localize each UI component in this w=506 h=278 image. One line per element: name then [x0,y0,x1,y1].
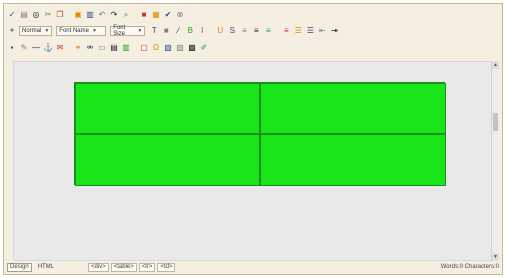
link-icon[interactable]: ∕ [173,26,183,36]
font-name-label: Font Name [59,28,89,34]
edit-icon[interactable]: ✎ [19,43,29,53]
format-buttons: T ■ ∕ B I U S ≡ ≡ ≡ ≡ ☰ ☰ ⇤ ⇥ [149,26,341,36]
table-cell-r1-c2[interactable] [260,83,446,134]
undo-icon[interactable]: ↶ [97,10,107,20]
frame-icon[interactable]: ▢ [139,43,149,53]
paste-icon[interactable]: ▣ [73,10,83,20]
print-icon[interactable]: ▤ [19,10,29,20]
outdent-icon[interactable]: ⇤ [317,26,327,36]
justify-icon[interactable]: ≡ [281,26,291,36]
strikethrough-icon[interactable]: S [227,26,237,36]
copy-icon[interactable]: ❐ [55,10,65,20]
preview-icon[interactable]: ◎ [31,10,41,20]
unlink-icon[interactable]: ⚮ [85,43,95,53]
highlight-color-icon[interactable]: ■ [161,26,171,36]
toolbar-row-2: ✦ Normal ▼ Font Name ▼ Font Size ▼ T ■ ∕ B I… [7,25,341,37]
design-tab[interactable]: Design [7,262,32,272]
format-icon[interactable]: ✦ [7,26,17,36]
vertical-scrollbar[interactable]: ▲ ▼ [491,61,499,261]
path-tag-0[interactable]: <div> [88,262,109,272]
word-count: Words:0 Characters:0 [440,264,499,270]
path-tag-2[interactable]: <tr> [138,262,156,272]
chevron-down-icon: ▼ [91,28,97,34]
ordered-list-icon[interactable]: ☰ [293,26,303,36]
text-color-icon[interactable]: T [149,26,159,36]
scroll-up-arrow-icon[interactable]: ▲ [492,61,499,69]
table-cell-r2-c1[interactable] [75,134,260,186]
horizontal-rule-icon[interactable]: — [31,43,41,53]
insert-row-icon[interactable]: ▤ [109,43,119,53]
cut-icon[interactable]: ✂ [43,10,53,20]
media-icon[interactable]: ▧ [163,43,173,53]
indent-icon[interactable]: ⇥ [329,26,339,36]
underline-icon[interactable]: U [215,26,225,36]
redo-icon[interactable]: ↷ [109,10,119,20]
font-style-label: Normal [22,28,42,34]
cleanup-icon[interactable]: ⊗ [175,10,185,20]
rich-text-editor: ✓ ▤ ◎ ✂ ❐ ▣ ▥ ↶ ↷ ⌕ ■ ▦ ✔ ⊗ ✦ Normal ▼ Font Name ▼ Fo… [3,3,503,275]
gallery-icon[interactable]: ▨ [175,43,185,53]
spellcheck-icon[interactable]: ✓ [7,10,17,20]
chevron-down-icon: ▼ [137,28,143,34]
font-style-select[interactable]: Normal ▼ [19,26,53,36]
email-icon[interactable]: ✉ [55,43,65,53]
style-icon[interactable]: ▪ [7,43,17,53]
table-cell-r1-c1[interactable] [75,83,260,134]
unordered-list-icon[interactable]: ☰ [305,26,315,36]
status-bar: Design HTML <div> <table> <tr> <td> Words:0… [7,262,499,272]
path-tag-3[interactable]: <td> [157,262,176,272]
html-tab[interactable]: HTML [36,263,56,272]
toolbar-row-3: ▪ ✎ — ⚓ ✉ ⚭ ⚮ ▭ ▤ ▥ ▢ Ω ▧ ▨ ▩ ✐ [7,42,211,54]
find-icon[interactable]: ⌕ [121,10,131,20]
form-icon[interactable]: ▭ [97,43,107,53]
font-name-select[interactable]: Font Name ▼ [56,26,107,36]
font-size-label: Font Size [113,25,126,37]
font-size-select[interactable]: Font Size ▼ [110,25,146,37]
image-icon[interactable]: ■ [139,10,149,20]
scroll-thumb[interactable] [493,113,498,131]
editing-area[interactable] [13,61,495,261]
table-cell-r2-c2[interactable] [260,134,446,186]
hyperlink-icon[interactable]: ⚭ [73,43,83,53]
green-table[interactable] [74,82,446,186]
italic-icon[interactable]: I [197,26,207,36]
bold-icon[interactable]: B [185,26,195,36]
align-center-icon[interactable]: ≡ [251,26,261,36]
table-icon[interactable]: ▦ [151,10,161,20]
template-icon[interactable]: ▩ [187,43,197,53]
anchor-icon[interactable]: ⚓ [43,43,53,53]
color-picker-icon[interactable]: ✐ [199,43,209,53]
toolbar-row-1: ✓ ▤ ◎ ✂ ❐ ▣ ▥ ↶ ↷ ⌕ ■ ▦ ✔ ⊗ [7,9,187,21]
align-right-icon[interactable]: ≡ [263,26,273,36]
path-tag-1[interactable]: <table> [110,262,137,272]
element-path: <div> <table> <tr> <td> [88,262,177,272]
scroll-down-arrow-icon[interactable]: ▼ [492,253,499,261]
check-icon[interactable]: ✔ [163,10,173,20]
chevron-down-icon: ▼ [44,28,50,34]
align-left-icon[interactable]: ≡ [239,26,249,36]
paste-word-icon[interactable]: ▥ [85,10,95,20]
insert-column-icon[interactable]: ▥ [121,43,131,53]
special-char-icon[interactable]: Ω [151,43,161,53]
